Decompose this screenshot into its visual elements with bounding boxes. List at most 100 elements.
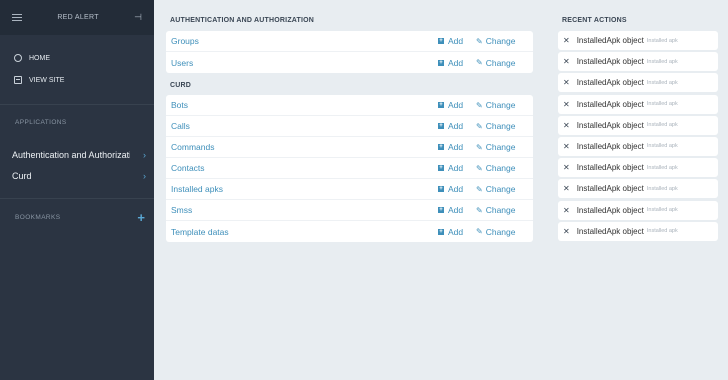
add-label: Add: [448, 142, 464, 152]
recent-action-item[interactable]: ✕ InstalledApk object Installed apk: [558, 200, 718, 220]
add-link[interactable]: + Add: [438, 121, 476, 131]
add-label: Add: [448, 163, 464, 173]
recent-object: InstalledApk object: [576, 99, 644, 109]
add-link[interactable]: + Add: [438, 227, 476, 237]
add-bookmark-plus-icon[interactable]: +: [137, 210, 145, 225]
delete-x-icon: ✕: [563, 78, 570, 88]
change-link[interactable]: ✎ Change: [476, 58, 524, 68]
add-label: Add: [448, 57, 464, 68]
pencil-icon: ✎: [476, 227, 483, 236]
add-label: Add: [448, 36, 464, 46]
model-link[interactable]: Template datas: [171, 227, 438, 237]
recent-action-item[interactable]: ✕ InstalledApk object Installed apk: [558, 94, 718, 114]
pencil-icon: ✎: [476, 184, 483, 194]
chevron-right-icon: ›: [143, 171, 146, 181]
model-link[interactable]: Contacts: [171, 163, 438, 173]
recent-object: InstalledApk object: [576, 141, 644, 151]
model-row: Groups + Add ✎ Change: [166, 31, 533, 52]
model-row: Users + Add ✎ Change: [166, 52, 533, 73]
change-link[interactable]: ✎ Change: [476, 227, 524, 237]
model-link[interactable]: Bots: [171, 100, 438, 110]
change-link[interactable]: ✎ Change: [476, 163, 524, 173]
nav-home-label: HOME: [29, 54, 50, 62]
model-link[interactable]: Commands: [171, 142, 438, 152]
home-circle-icon: [14, 54, 22, 62]
curd-module: Bots + Add ✎ Change Calls + Add ✎ Change Commands +…: [166, 95, 533, 242]
add-link[interactable]: + Add: [438, 142, 476, 152]
site-title[interactable]: RED ALERT: [57, 14, 98, 21]
recent-object: InstalledApk object: [576, 36, 644, 45]
recent-type: Installed apk: [646, 207, 678, 213]
delete-x-icon: ✕: [563, 36, 570, 45]
recent-action-item[interactable]: ✕ InstalledApk object Installed apk: [558, 221, 718, 241]
recent-action-item[interactable]: ✕ InstalledApk object Installed apk: [558, 179, 718, 199]
recent-object: InstalledApk object: [576, 78, 644, 88]
change-link[interactable]: ✎ Change: [476, 184, 524, 194]
change-link[interactable]: ✎ Change: [476, 205, 524, 215]
sidebar-app-curd[interactable]: Curd ›: [12, 171, 146, 181]
change-label: Change: [485, 226, 516, 237]
recent-object: InstalledApk object: [576, 57, 644, 67]
recent-object: InstalledApk object: [576, 205, 644, 215]
model-row: Contacts + Add ✎ Change: [166, 158, 533, 179]
recent-object: InstalledApk object: [576, 226, 644, 236]
recent-type: Installed apk: [646, 101, 678, 108]
model-row: Installed apks + Add ✎ Change: [166, 179, 533, 200]
change-link[interactable]: ✎ Change: [476, 121, 524, 131]
sidebar-divider: [0, 104, 154, 105]
change-label: Change: [485, 121, 516, 131]
hamburger-menu-icon[interactable]: [12, 13, 22, 22]
nav-item-view-site[interactable]: VIEW SITE: [14, 76, 64, 84]
plus-icon: +: [438, 207, 444, 213]
sidebar-app-auth-label: Authentication and Authorization: [12, 150, 130, 160]
model-link[interactable]: Groups: [171, 36, 438, 46]
plus-icon: +: [438, 186, 444, 192]
sidebar-divider: [0, 198, 154, 199]
sidebar: RED ALERT ⊣ HOME VIEW SITE APPLICATIONS …: [0, 0, 154, 380]
change-link[interactable]: ✎ Change: [476, 100, 524, 110]
add-link[interactable]: + Add: [438, 163, 476, 173]
model-row: Smss + Add ✎ Change: [166, 200, 533, 221]
model-row: Calls + Add ✎ Change: [166, 116, 533, 137]
applications-header: APPLICATIONS: [15, 119, 67, 126]
add-link[interactable]: + Add: [438, 58, 476, 68]
add-label: Add: [448, 184, 464, 194]
recent-type: Installed apk: [646, 164, 678, 171]
model-link[interactable]: Users: [171, 58, 438, 68]
site-icon: [14, 76, 22, 84]
model-link[interactable]: Calls: [171, 121, 438, 131]
pencil-icon: ✎: [476, 205, 483, 215]
sidebar-app-auth[interactable]: Authentication and Authorization ›: [12, 150, 146, 160]
pencil-icon: ✎: [476, 163, 483, 173]
add-link[interactable]: + Add: [438, 205, 476, 215]
change-link[interactable]: ✎ Change: [476, 142, 524, 152]
delete-x-icon: ✕: [563, 141, 570, 151]
recent-action-item[interactable]: ✕ InstalledApk object Installed apk: [558, 158, 718, 178]
bookmarks-header: BOOKMARKS: [15, 214, 61, 221]
pin-icon[interactable]: ⊣: [134, 12, 142, 23]
plus-icon: +: [438, 144, 444, 150]
recent-action-item[interactable]: ✕ InstalledApk object Installed apk: [558, 52, 718, 72]
add-link[interactable]: + Add: [438, 36, 476, 46]
recent-action-item[interactable]: ✕ InstalledApk object Installed apk: [558, 136, 718, 156]
add-link[interactable]: + Add: [438, 184, 476, 194]
recent-action-item[interactable]: ✕ InstalledApk object Installed apk: [558, 73, 718, 93]
recent-action-item[interactable]: ✕ InstalledApk object Installed apk: [558, 115, 718, 135]
recent-action-item[interactable]: ✕ InstalledApk object Installed apk: [558, 31, 718, 50]
change-label: Change: [485, 163, 516, 173]
plus-icon: +: [438, 228, 444, 235]
model-link[interactable]: Smss: [171, 205, 438, 215]
nav-item-home[interactable]: HOME: [14, 54, 50, 62]
auth-module: Groups + Add ✎ Change Users + Add ✎ Change: [166, 31, 533, 73]
recent-type: Installed apk: [646, 143, 678, 150]
change-link[interactable]: ✎ Change: [476, 36, 524, 46]
recent-actions-title: RECENT ACTIONS: [562, 17, 627, 24]
delete-x-icon: ✕: [563, 205, 570, 215]
auth-section-title: AUTHENTICATION AND AUTHORIZATION: [170, 17, 315, 24]
change-label: Change: [485, 205, 516, 215]
add-label: Add: [448, 121, 464, 131]
model-link[interactable]: Installed apks: [171, 184, 438, 194]
add-link[interactable]: + Add: [438, 100, 476, 110]
change-label: Change: [485, 142, 516, 152]
delete-x-icon: ✕: [563, 57, 570, 67]
